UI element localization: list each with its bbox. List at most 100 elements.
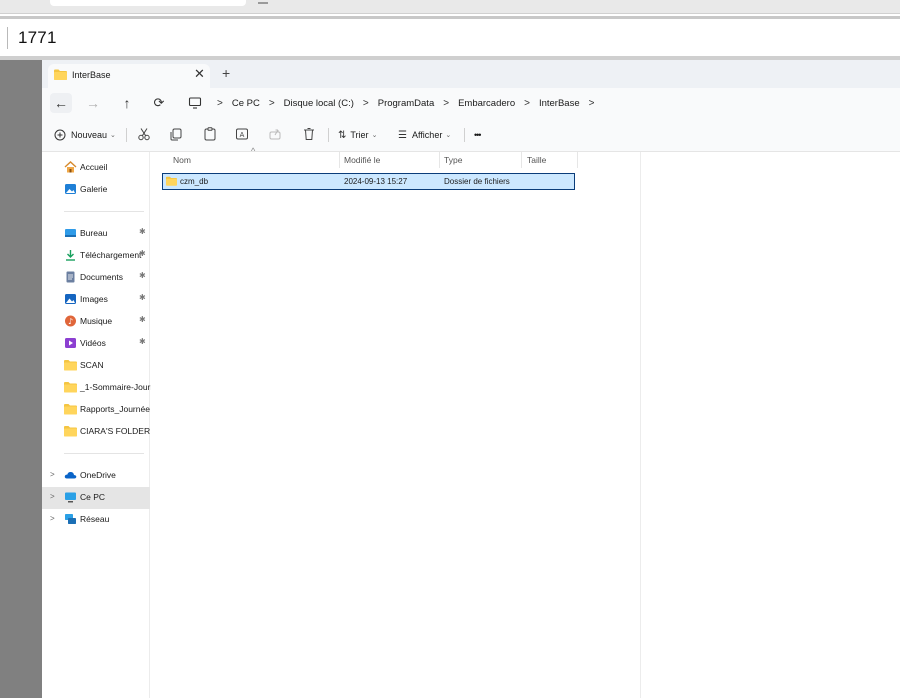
sidebar-item-label: CIARA'S FOLDER <box>80 426 151 436</box>
chevron-down-icon: ⌄ <box>371 132 378 139</box>
sidebar-item-ce-pc[interactable]: > Ce PC <box>42 487 150 509</box>
outer-left-panel <box>0 60 42 698</box>
view-button-label: Afficher <box>411 130 443 140</box>
sidebar-item-sommaire[interactable]: _1-Sommaire-Journ <box>42 377 155 399</box>
sort-button[interactable]: ⇅ Trier ⌄ <box>338 126 377 144</box>
svg-text:A: A <box>240 132 245 139</box>
breadcrumb-programdata[interactable]: ProgramData <box>378 98 435 109</box>
tab-interbase[interactable]: InterBase ✕ <box>48 64 210 88</box>
forward-button[interactable]: → <box>82 93 104 113</box>
tab-bar: InterBase ✕ + <box>42 60 900 88</box>
close-icon[interactable]: ✕ <box>194 67 205 81</box>
sidebar-item-videos[interactable]: Vidéos ✱ <box>42 333 150 355</box>
back-button[interactable]: ← <box>50 93 72 113</box>
refresh-button[interactable]: ⟳ <box>148 93 170 113</box>
breadcrumb[interactable]: > Ce PC > Disque local (C:) > ProgramDat… <box>180 93 603 113</box>
chevron-down-icon: ⌄ <box>445 132 452 139</box>
column-divider[interactable] <box>577 152 578 168</box>
sidebar-item-ciaras-folder[interactable]: CIARA'S FOLDER <box>42 421 150 443</box>
column-header-modified[interactable]: Modifié le <box>344 155 380 165</box>
column-divider[interactable] <box>521 152 522 168</box>
sidebar-item-documents[interactable]: Documents ✱ <box>42 267 150 289</box>
outer-top-field[interactable] <box>50 0 246 6</box>
divider <box>64 211 144 212</box>
sidebar-item-label: Galerie <box>80 184 108 194</box>
view-button[interactable]: ☰ Afficher ⌄ <box>398 126 451 144</box>
share-icon[interactable] <box>267 126 283 142</box>
file-name: czm_db <box>180 177 209 186</box>
pin-icon: ✱ <box>139 227 146 236</box>
chevron-right-icon[interactable]: > <box>50 470 55 479</box>
sidebar-item-rapports[interactable]: Rapports_Journée <box>42 399 150 421</box>
pin-icon: ✱ <box>139 271 146 280</box>
number-bar-edge <box>7 27 8 49</box>
number-display: 1771 <box>18 28 57 47</box>
music-icon: ♪ <box>65 315 76 327</box>
gallery-icon <box>65 184 76 194</box>
folder-icon <box>64 382 77 393</box>
up-button[interactable]: ↑ <box>116 93 138 113</box>
sidebar-item-reseau[interactable]: > Réseau <box>42 509 150 531</box>
sidebar-item-label: _1-Sommaire-Journ <box>80 382 156 392</box>
sidebar-item-scan[interactable]: SCAN <box>42 355 150 377</box>
sidebar-item-musique[interactable]: ♪ Musique ✱ <box>42 311 150 333</box>
table-row[interactable]: czm_db 2024-09-13 15:27 Dossier de fichi… <box>162 173 575 190</box>
trash-icon[interactable] <box>301 126 317 142</box>
pin-icon: ✱ <box>139 293 146 302</box>
network-icon <box>65 514 76 524</box>
sort-button-label: Trier <box>350 130 369 140</box>
column-header-type[interactable]: Type <box>444 155 462 165</box>
breadcrumb-disque-local[interactable]: Disque local (C:) <box>284 98 354 109</box>
new-button-label: Nouveau <box>71 130 108 140</box>
sidebar-item-label: Téléchargement <box>80 250 142 260</box>
sidebar-item-telechargement[interactable]: Téléchargement ✱ <box>42 245 150 267</box>
breadcrumb-embarcadero[interactable]: Embarcadero <box>458 98 515 109</box>
folder-icon <box>64 426 77 437</box>
column-divider[interactable] <box>439 152 440 168</box>
copy-icon[interactable] <box>168 126 184 142</box>
breadcrumb-interbase[interactable]: InterBase <box>539 98 580 109</box>
sidebar-item-label: OneDrive <box>80 470 116 480</box>
chevron-right-icon[interactable]: > <box>50 492 55 501</box>
breadcrumb-separator: > <box>268 97 275 109</box>
chevron-down-icon: ⌄ <box>110 132 116 139</box>
divider <box>328 128 329 142</box>
number-bar <box>0 19 900 57</box>
breadcrumb-separator: > <box>443 97 450 109</box>
sidebar-item-accueil[interactable]: Accueil <box>42 157 150 179</box>
plus-circle-icon <box>54 129 66 141</box>
more-options-button[interactable]: ••• <box>474 126 482 144</box>
divider <box>126 128 127 142</box>
pin-icon: ✱ <box>139 315 146 324</box>
column-divider[interactable] <box>339 152 340 168</box>
breadcrumb-ce-pc[interactable]: Ce PC <box>232 98 260 109</box>
file-list: ^ Nom Modifié le Type Taille czm_db 2024… <box>151 146 900 698</box>
cut-icon[interactable] <box>136 126 152 142</box>
file-explorer-window: InterBase ✕ + ← → ↑ ⟳ > Ce PC > Disque l… <box>42 60 900 698</box>
sidebar-item-label: Bureau <box>80 228 108 238</box>
new-button[interactable]: Nouveau ⌄ <box>54 126 116 144</box>
sidebar-item-label: Ce PC <box>80 492 106 502</box>
new-tab-button[interactable]: + <box>222 66 230 80</box>
column-header-name[interactable]: Nom <box>173 155 191 165</box>
sidebar-item-images[interactable]: Images ✱ <box>42 289 150 311</box>
column-header-size[interactable]: Taille <box>527 155 546 165</box>
images-icon <box>65 294 76 304</box>
sidebar-item-label: Réseau <box>80 514 110 524</box>
breadcrumb-separator: > <box>588 97 595 109</box>
sidebar-item-onedrive[interactable]: > OneDrive <box>42 465 150 487</box>
navigation-pane: Accueil Galerie Bureau ✱ Téléchargement … <box>42 152 155 698</box>
divider <box>64 453 144 454</box>
documents-icon <box>66 271 75 283</box>
download-icon <box>66 250 75 261</box>
chevron-right-icon[interactable]: > <box>50 514 55 523</box>
svg-text:♪: ♪ <box>68 317 73 326</box>
paste-icon[interactable] <box>202 126 218 142</box>
desktop-icon <box>65 229 76 237</box>
sidebar-item-bureau[interactable]: Bureau ✱ <box>42 223 150 245</box>
tab-title: InterBase <box>72 70 111 80</box>
sidebar-item-galerie[interactable]: Galerie <box>42 179 150 201</box>
rename-icon[interactable]: A <box>234 126 250 142</box>
folder-icon <box>166 176 177 186</box>
outer-top-glyph <box>258 0 268 4</box>
